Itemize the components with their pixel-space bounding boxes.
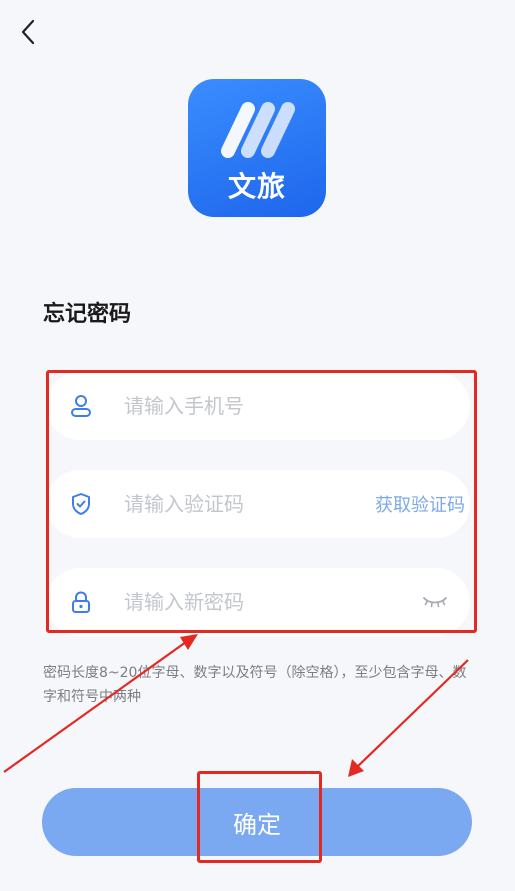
annotation-box-confirm [197, 771, 322, 863]
page-title: 忘记密码 [43, 302, 132, 327]
app-logo: 文旅 [188, 79, 326, 217]
chevron-left-icon [21, 19, 35, 45]
back-button[interactable] [14, 16, 42, 48]
logo-text: 文旅 [227, 170, 286, 203]
password-hint: 密码长度8~20位字母、数字以及符号（除空格），至少包含字母、数字和符号中两种 [43, 665, 467, 705]
annotation-box-fields [46, 370, 477, 633]
